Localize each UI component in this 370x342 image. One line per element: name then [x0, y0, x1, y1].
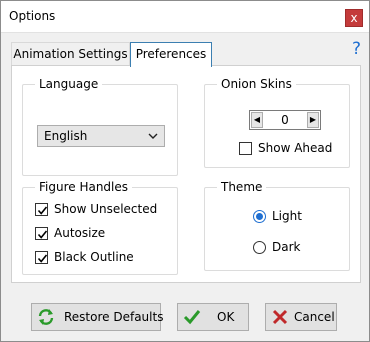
- restore-defaults-button[interactable]: Restore Defaults: [31, 303, 164, 331]
- tab-animation-settings[interactable]: Animation Settings: [11, 42, 130, 66]
- onion-skins-spinner[interactable]: ◀ 0 ▶: [249, 110, 321, 130]
- checkmark-icon: [183, 310, 201, 325]
- black-outline-label: Black Outline: [54, 250, 134, 264]
- chevron-down-icon: [148, 133, 158, 139]
- checkmark-icon: [37, 254, 48, 263]
- cancel-button[interactable]: Cancel: [265, 303, 337, 331]
- title-bar: Options x: [1, 1, 369, 33]
- checkmark-icon: [37, 230, 48, 239]
- x-icon: [272, 309, 288, 325]
- theme-light-radio[interactable]: [253, 210, 266, 223]
- close-button[interactable]: x: [345, 9, 363, 27]
- language-selected: English: [44, 129, 88, 143]
- black-outline-checkbox[interactable]: [35, 251, 48, 264]
- theme-dark-label: Dark: [272, 240, 301, 254]
- ok-button[interactable]: OK: [177, 303, 249, 331]
- language-dropdown[interactable]: English: [37, 125, 165, 147]
- show-unselected-checkbox[interactable]: [35, 203, 48, 216]
- show-unselected-label: Show Unselected: [54, 202, 158, 216]
- cancel-label: Cancel: [294, 310, 335, 324]
- ok-label: OK: [217, 310, 235, 324]
- autosize-checkbox[interactable]: [35, 227, 48, 240]
- theme-group: Theme Light Dark: [204, 180, 350, 271]
- theme-group-title: Theme: [217, 180, 267, 194]
- language-group: Language English: [22, 77, 178, 176]
- language-group-title: Language: [35, 77, 103, 91]
- window-title: Options: [9, 9, 56, 23]
- show-ahead-label: Show Ahead: [258, 141, 333, 155]
- onion-skins-group-title: Onion Skins: [217, 77, 296, 91]
- preferences-panel: Language English Onion Skins ◀ 0 ▶ Show …: [11, 65, 361, 283]
- increment-arrow-icon[interactable]: ▶: [307, 112, 319, 128]
- refresh-icon: [38, 309, 54, 325]
- tab-preferences[interactable]: Preferences: [130, 42, 212, 67]
- show-ahead-checkbox[interactable]: [239, 142, 252, 155]
- checkmark-icon: [37, 206, 48, 215]
- onion-skins-group: Onion Skins ◀ 0 ▶ Show Ahead: [204, 77, 350, 168]
- help-icon[interactable]: ?: [352, 39, 361, 59]
- figure-handles-group: Figure Handles Show Unselected Autosize …: [22, 180, 178, 275]
- figure-handles-group-title: Figure Handles: [35, 180, 133, 194]
- autosize-label: Autosize: [54, 226, 106, 240]
- theme-dark-radio[interactable]: [253, 241, 266, 254]
- options-dialog: Options x Animation Settings Preferences…: [0, 0, 370, 342]
- restore-defaults-label: Restore Defaults: [64, 310, 164, 324]
- theme-light-label: Light: [272, 209, 302, 223]
